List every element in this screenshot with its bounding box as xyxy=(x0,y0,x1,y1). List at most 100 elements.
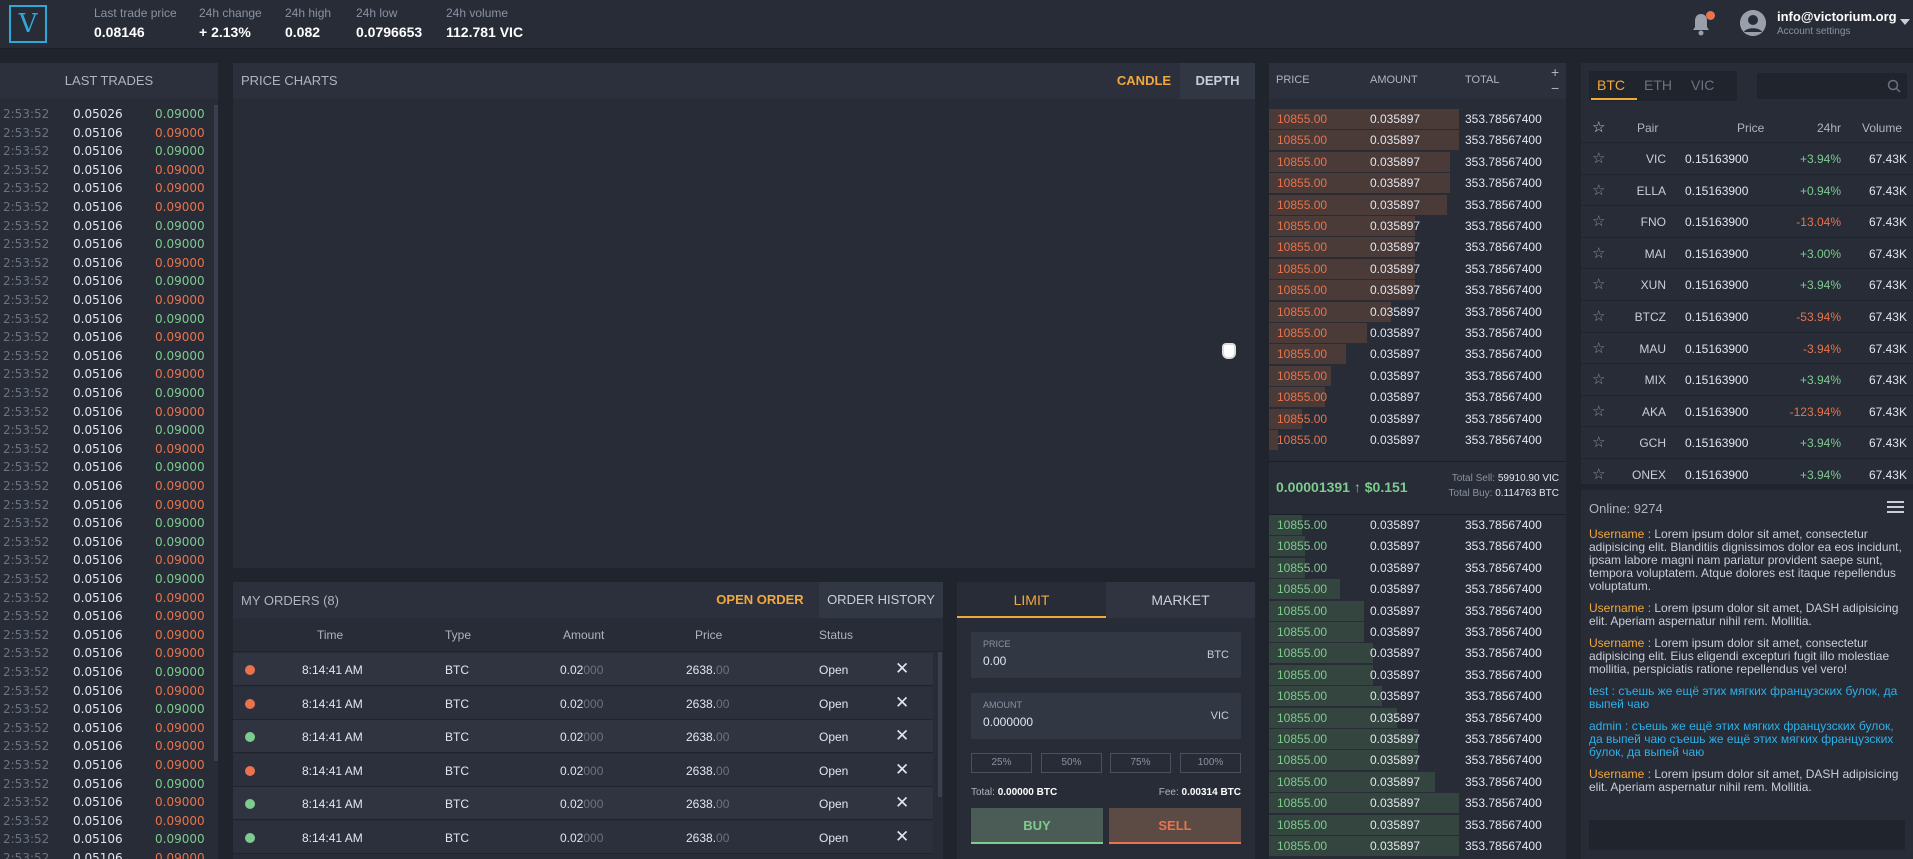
close-icon[interactable]: ✕ xyxy=(895,659,909,679)
buy-order-row[interactable]: 10855.00 0.035897 353.78567400 xyxy=(1269,728,1566,749)
order-price: 2638.00 xyxy=(686,697,729,711)
close-icon[interactable]: ✕ xyxy=(895,793,909,813)
buy-order-row[interactable]: 10855.00 0.035897 353.78567400 xyxy=(1269,578,1566,600)
pair-row[interactable]: ☆ AKA 0.15163900 -123.94% 67.43K xyxy=(1581,394,1913,426)
price-field[interactable]: PRICE 0.00 BTC xyxy=(971,632,1241,678)
buy-order-row[interactable]: 10855.00 0.035897 353.78567400 xyxy=(1269,749,1566,771)
buy-order-row[interactable]: 10855.00 0.035897 353.78567400 xyxy=(1269,642,1566,664)
pair-row[interactable]: ☆ MAU 0.15163900 -3.94% 67.43K xyxy=(1581,331,1913,363)
tab-order-history[interactable]: ORDER HISTORY xyxy=(819,582,943,618)
scrollbar[interactable] xyxy=(938,652,942,797)
sell-order-row[interactable]: 10855.00 0.035897 353.78567400 xyxy=(1269,236,1566,258)
buy-order-row[interactable]: 10855.00 0.035897 353.78567400 xyxy=(1269,685,1566,707)
close-icon[interactable]: ✕ xyxy=(895,760,909,780)
chat-username[interactable]: Username xyxy=(1589,636,1644,650)
sell-order-row[interactable]: 10855.00 0.035897 353.78567400 xyxy=(1269,279,1566,301)
logo[interactable]: V xyxy=(9,5,47,43)
tab-candle[interactable]: CANDLE xyxy=(1108,63,1180,99)
tab-eth[interactable]: ETH xyxy=(1644,77,1672,93)
tab-btc[interactable]: BTC xyxy=(1597,77,1625,93)
pair-row[interactable]: ☆ MIX 0.15163900 +3.94% 67.43K xyxy=(1581,363,1913,394)
sell-order-row[interactable]: 10855.00 0.035897 353.78567400 xyxy=(1269,386,1566,408)
zoom-out-icon[interactable]: − xyxy=(1551,80,1559,96)
buy-order-row[interactable]: 10855.00 0.035897 353.78567400 xyxy=(1269,771,1566,792)
sell-order-row[interactable]: 10855.00 0.035897 353.78567400 xyxy=(1269,194,1566,215)
tab-depth[interactable]: DEPTH xyxy=(1180,63,1255,99)
buy-order-row[interactable]: 10855.00 0.035897 353.78567400 xyxy=(1269,514,1566,535)
chat-username[interactable]: admin xyxy=(1589,719,1622,733)
sell-order-row[interactable]: 10855.00 0.035897 353.78567400 xyxy=(1269,365,1566,386)
pair-search-input[interactable] xyxy=(1757,73,1907,99)
sell-order-row[interactable]: 10855.00 0.035897 353.78567400 xyxy=(1269,151,1566,172)
sell-order-row[interactable]: 10855.00 0.035897 353.78567400 xyxy=(1269,322,1566,343)
table-row[interactable]: 8:14:41 AM BTC 0.02000 2638.00 Open ✕ xyxy=(233,653,933,686)
buy-order-row[interactable]: 10855.00 0.035897 353.78567400 xyxy=(1269,835,1566,856)
sell-order-row[interactable]: 10855.00 0.035897 353.78567400 xyxy=(1269,172,1566,194)
buy-order-row[interactable]: 10855.00 0.035897 353.78567400 xyxy=(1269,621,1566,642)
sell-order-row[interactable]: 10855.00 0.035897 353.78567400 xyxy=(1269,108,1566,129)
buy-order-row[interactable]: 10855.00 0.035897 353.78567400 xyxy=(1269,600,1566,621)
account-email[interactable]: info@victorium.org xyxy=(1777,9,1897,24)
tab-limit[interactable]: LIMIT xyxy=(957,582,1106,618)
account-settings-link[interactable]: Account settings xyxy=(1777,26,1850,37)
price-main: 2638. xyxy=(686,730,717,744)
buy-order-row[interactable]: 10855.00 0.035897 353.78567400 xyxy=(1269,707,1566,728)
menu-icon[interactable] xyxy=(1887,501,1904,513)
buy-order-row[interactable]: 10855.00 0.035897 353.78567400 xyxy=(1269,814,1566,835)
pair-row[interactable]: ☆ VIC 0.15163900 +3.94% 67.43K xyxy=(1581,142,1913,173)
chat-input[interactable] xyxy=(1589,820,1905,850)
buy-order-row[interactable]: 10855.00 0.035897 353.78567400 xyxy=(1269,664,1566,685)
close-icon[interactable]: ✕ xyxy=(895,693,909,713)
chat-username[interactable]: test xyxy=(1589,684,1608,698)
tab-market[interactable]: MARKET xyxy=(1106,582,1255,618)
pair-change: -13.04% xyxy=(1796,215,1841,230)
table-row[interactable]: 8:14:41 AM BTC 0.02000 2638.00 Open ✕ xyxy=(233,820,933,854)
chat-username[interactable]: Username xyxy=(1589,767,1644,781)
pair-row[interactable]: ☆ ELLA 0.15163900 +0.94% 67.43K xyxy=(1581,173,1913,205)
order-price: 10855.00 xyxy=(1277,326,1328,340)
zoom-in-icon[interactable]: + xyxy=(1551,64,1559,80)
tab-open-order[interactable]: OPEN ORDER xyxy=(701,582,819,618)
pair-row[interactable]: ☆ MAI 0.15163900 +3.00% 67.43K xyxy=(1581,236,1913,268)
pair-row[interactable]: ☆ ONEX 0.15163900 +3.94% 67.43K xyxy=(1581,458,1913,489)
amount-field[interactable]: AMOUNT 0.000000 VIC xyxy=(971,693,1241,739)
pair-name: ELLA xyxy=(1636,183,1666,198)
percent-25-button[interactable]: 25% xyxy=(971,753,1032,773)
sell-order-row[interactable]: 10855.00 0.035897 353.78567400 xyxy=(1269,258,1566,279)
percent-75-button[interactable]: 75% xyxy=(1110,753,1171,773)
buy-order-row[interactable]: 10855.00 0.035897 353.78567400 xyxy=(1269,535,1566,557)
buy-order-row[interactable]: 10855.00 0.035897 353.78567400 xyxy=(1269,557,1566,578)
pair-row[interactable]: ☆ GCH 0.15163900 +3.94% 67.43K xyxy=(1581,426,1913,457)
order-price: 2638.00 xyxy=(686,730,729,744)
panel-title: PRICE CHARTS xyxy=(241,73,338,88)
buy-button[interactable]: BUY xyxy=(971,808,1103,844)
sell-order-row[interactable]: 10855.00 0.035897 353.78567400 xyxy=(1269,343,1566,365)
close-icon[interactable]: ✕ xyxy=(895,726,909,746)
chat-username[interactable]: Username xyxy=(1589,601,1644,615)
percent-100-button[interactable]: 100% xyxy=(1180,753,1241,773)
pair-row[interactable]: ☆ XUN 0.15163900 +3.94% 67.43K xyxy=(1581,268,1913,299)
close-icon[interactable]: ✕ xyxy=(895,827,909,847)
sell-button[interactable]: SELL xyxy=(1109,808,1241,844)
percent-50-button[interactable]: 50% xyxy=(1041,753,1102,773)
sell-order-row[interactable]: 10855.00 0.035897 353.78567400 xyxy=(1269,408,1566,429)
table-row[interactable]: 8:14:41 AM BTC 0.02000 2638.00 Open ✕ xyxy=(233,753,933,787)
trade-time: 2:53:52 xyxy=(3,404,50,419)
table-row[interactable]: 8:14:41 AM BTC 0.02000 2638.00 Open ✕ xyxy=(233,686,933,720)
pair-row[interactable]: ☆ BTCZ 0.15163900 -53.94% 67.43K xyxy=(1581,300,1913,331)
chevron-down-icon[interactable] xyxy=(1900,19,1910,25)
sell-order-row[interactable]: 10855.00 0.035897 353.78567400 xyxy=(1269,129,1566,151)
sell-order-row[interactable]: 10855.00 0.035897 353.78567400 xyxy=(1269,215,1566,236)
scrollbar[interactable] xyxy=(214,105,218,761)
avatar[interactable] xyxy=(1740,10,1766,36)
buy-order-row[interactable]: 10855.00 0.035897 353.78567400 xyxy=(1269,792,1566,814)
status-dot-icon xyxy=(245,665,255,675)
star-icon[interactable]: ☆ xyxy=(1592,118,1605,136)
table-row[interactable]: 8:14:41 AM BTC 0.02000 2638.00 Open ✕ xyxy=(233,787,933,820)
order-price: 2638.00 xyxy=(686,764,729,778)
sell-order-row[interactable]: 10855.00 0.035897 353.78567400 xyxy=(1269,301,1566,322)
pair-row[interactable]: ☆ FNO 0.15163900 -13.04% 67.43K xyxy=(1581,205,1913,236)
sell-order-row[interactable]: 10855.00 0.035897 353.78567400 xyxy=(1269,429,1566,450)
tab-vic[interactable]: VIC xyxy=(1691,77,1714,93)
table-row[interactable]: 8:14:41 AM BTC 0.02000 2638.00 Open ✕ xyxy=(233,720,933,753)
